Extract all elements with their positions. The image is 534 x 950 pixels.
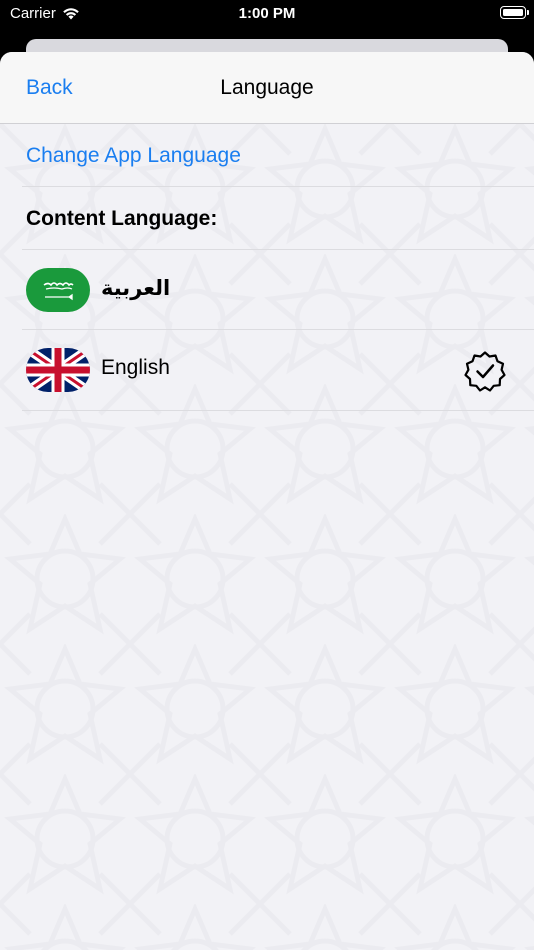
navigation-bar: Back Language [0, 52, 534, 124]
change-app-language-link[interactable]: Change App Language [26, 144, 241, 168]
change-app-language-row[interactable]: Change App Language [22, 124, 534, 187]
status-bar: Carrier 1:00 PM [0, 0, 534, 30]
language-sheet: Back Language Change App Language Conten… [0, 52, 534, 950]
language-option-english[interactable]: English [22, 330, 534, 411]
battery-icon [500, 6, 529, 19]
status-time: 1:00 PM [238, 5, 296, 22]
language-label-english: English [101, 356, 170, 379]
content-language-label: Content Language: [26, 207, 218, 230]
language-label-arabic: العربية [101, 276, 171, 300]
checkmark-seal-icon [464, 351, 506, 392]
saudi-arabia-flag-icon [26, 268, 90, 312]
language-option-arabic[interactable]: العربية [22, 250, 534, 330]
united-kingdom-flag-icon [26, 348, 90, 392]
page-title: Language [220, 76, 314, 99]
content-language-header-row: Content Language: [22, 187, 534, 250]
